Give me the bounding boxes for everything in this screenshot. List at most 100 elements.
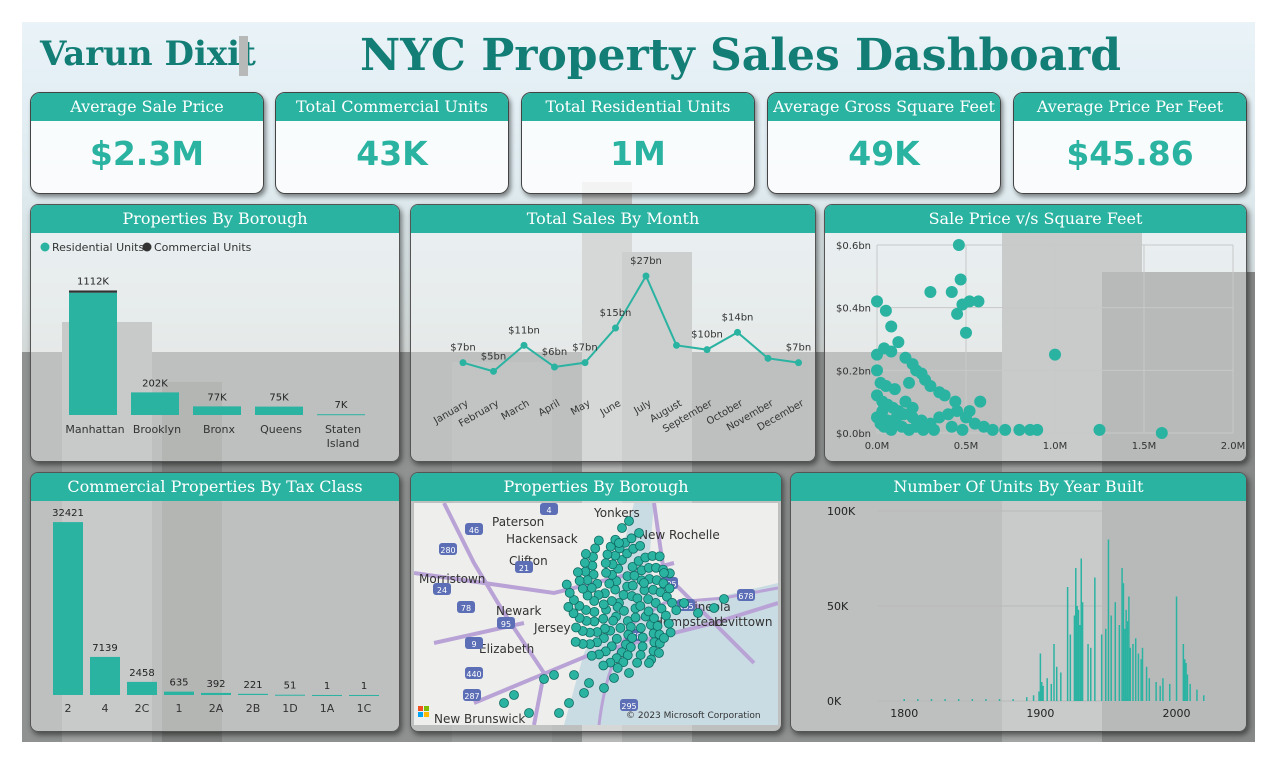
scatter-point	[972, 295, 985, 308]
kpi-value: 43K	[356, 134, 428, 173]
bar-residential-2	[193, 406, 241, 415]
map-property-dot	[671, 605, 682, 616]
x-tick-label: 4	[102, 702, 109, 715]
scatter-point	[999, 423, 1012, 436]
year-bar	[1137, 653, 1140, 701]
map-place-label: Newark	[496, 604, 541, 618]
year-bar	[1186, 674, 1189, 701]
sale-price-scatter-chart: $0.0bn $0.2bn $0.4bn $0.6bn 0.0M 0.5M 1.0M 1.5M…	[836, 239, 1246, 452]
year-bar	[1107, 539, 1110, 701]
scatter-point	[960, 326, 972, 339]
scatter-point	[1155, 427, 1168, 439]
panel-title: Number Of Units By Year Built	[791, 473, 1246, 501]
year-built-bar-chart: 0K 50K 100K 1800 1900 2000	[827, 505, 1231, 720]
scatter-point	[927, 423, 940, 436]
data-label: $5bn	[481, 351, 506, 362]
route-badge-label: 21	[519, 564, 529, 573]
bar-data-label: 1	[324, 681, 330, 692]
legend-label-commercial: Commercial Units	[154, 241, 252, 254]
sales-point	[795, 359, 802, 367]
data-label: $7bn	[450, 343, 475, 354]
bar-data-label: 1	[361, 681, 367, 692]
kpi-label: Average Price Per Feet	[1014, 93, 1246, 121]
scatter-point	[956, 423, 969, 436]
x-tick-label: 1.5M	[1132, 441, 1157, 452]
year-bar	[917, 699, 919, 701]
map-property-dot	[572, 567, 583, 578]
bar-residential-1	[131, 392, 179, 415]
year-bar	[1026, 697, 1028, 701]
scatter-point	[879, 304, 892, 317]
scatter-point	[938, 389, 951, 402]
year-bar	[1168, 683, 1171, 701]
map-copyright: © 2023 Microsoft Corporation	[626, 711, 761, 721]
kpi-card-total-residential-units: Total Residential Units 1M	[521, 92, 755, 194]
bar-data-label: 1112K	[77, 276, 109, 287]
scatter-point	[924, 286, 937, 298]
map-property-dot	[635, 601, 646, 611]
map-place-label: Levittown	[714, 615, 772, 629]
year-bar	[1032, 695, 1035, 701]
x-tick-label: 1D	[282, 702, 297, 715]
year-bar	[1042, 685, 1044, 701]
map-property-dot	[609, 673, 619, 683]
scatter-point	[871, 364, 883, 377]
map-property-dot	[579, 688, 589, 698]
data-label: $6bn	[542, 347, 567, 358]
bar-data-label: 2458	[129, 668, 154, 679]
kpi-value: $2.3M	[89, 134, 205, 173]
tax-class-bar-chart: 32421 2 7139 4 2458 2C 635 1 392 2A 221 2B 51 1D 1 1A 1 1…	[52, 508, 379, 715]
map-property-dot	[614, 538, 624, 548]
map-property-dot	[624, 668, 634, 678]
year-bar	[985, 699, 987, 701]
year-bar	[1196, 689, 1198, 701]
y-tick-label: 0K	[827, 695, 842, 708]
data-label: $14bn	[722, 312, 754, 323]
author-divider	[239, 36, 248, 76]
year-bar	[1060, 672, 1062, 701]
map-property-dot	[634, 528, 644, 538]
panel-properties-by-borough-map[interactable]: Properties By Borough Paterson Yonkers New…	[410, 472, 782, 732]
tax-bar-6	[275, 694, 305, 696]
panel-units-by-year-built: Number Of Units By Year Built 0K 50K 100K 1…	[790, 472, 1247, 732]
scatter-point	[906, 401, 919, 414]
x-tick-label: Staten	[325, 423, 361, 436]
microsoft-logo-icon	[424, 712, 429, 717]
tax-bar-4	[201, 692, 231, 695]
panel-properties-by-borough-bar: Properties By Borough Residential Units C…	[30, 204, 400, 462]
map-property-dot	[659, 633, 669, 643]
x-tick-label: 1900	[1026, 707, 1054, 720]
x-tick-label: 2	[65, 702, 72, 715]
scatter-point	[885, 345, 898, 358]
x-tick-label: Manhattan	[65, 423, 124, 436]
scatter-point	[945, 420, 958, 433]
data-label: $15bn	[600, 308, 632, 319]
map-property-dot	[679, 598, 689, 608]
data-label: $7bn	[572, 343, 597, 354]
scatter-point	[974, 395, 987, 408]
sales-point	[673, 341, 680, 349]
borough-map[interactable]: PatersonYonkersNew RochelleHackensackCli…	[414, 503, 778, 725]
tax-bar-2	[127, 681, 157, 695]
bar-data-label: 32421	[52, 508, 84, 519]
map-property-dot	[600, 558, 611, 569]
year-bar	[1066, 587, 1069, 701]
map-property-dot	[618, 590, 629, 600]
x-tick-label: 2.0M	[1221, 441, 1246, 452]
year-bar	[1077, 609, 1080, 701]
panel-title: Properties By Borough	[411, 473, 781, 501]
scatter-point	[888, 383, 901, 396]
map-place-label: Jersey	[533, 621, 571, 635]
x-tick-label: 2B	[246, 702, 261, 715]
x-tick-label: Brooklyn	[133, 423, 181, 436]
route-badge-label: 287	[464, 692, 479, 701]
sales-point	[490, 367, 497, 375]
x-tick-label: Bronx	[203, 423, 236, 436]
bar-data-label: 392	[206, 679, 225, 690]
year-bar	[1183, 659, 1186, 701]
year-bar	[1126, 621, 1129, 701]
x-tick-label: 2C	[135, 702, 150, 715]
sales-point	[642, 272, 650, 280]
tax-bar-3	[164, 691, 194, 695]
bar-data-label: 202K	[142, 378, 168, 389]
